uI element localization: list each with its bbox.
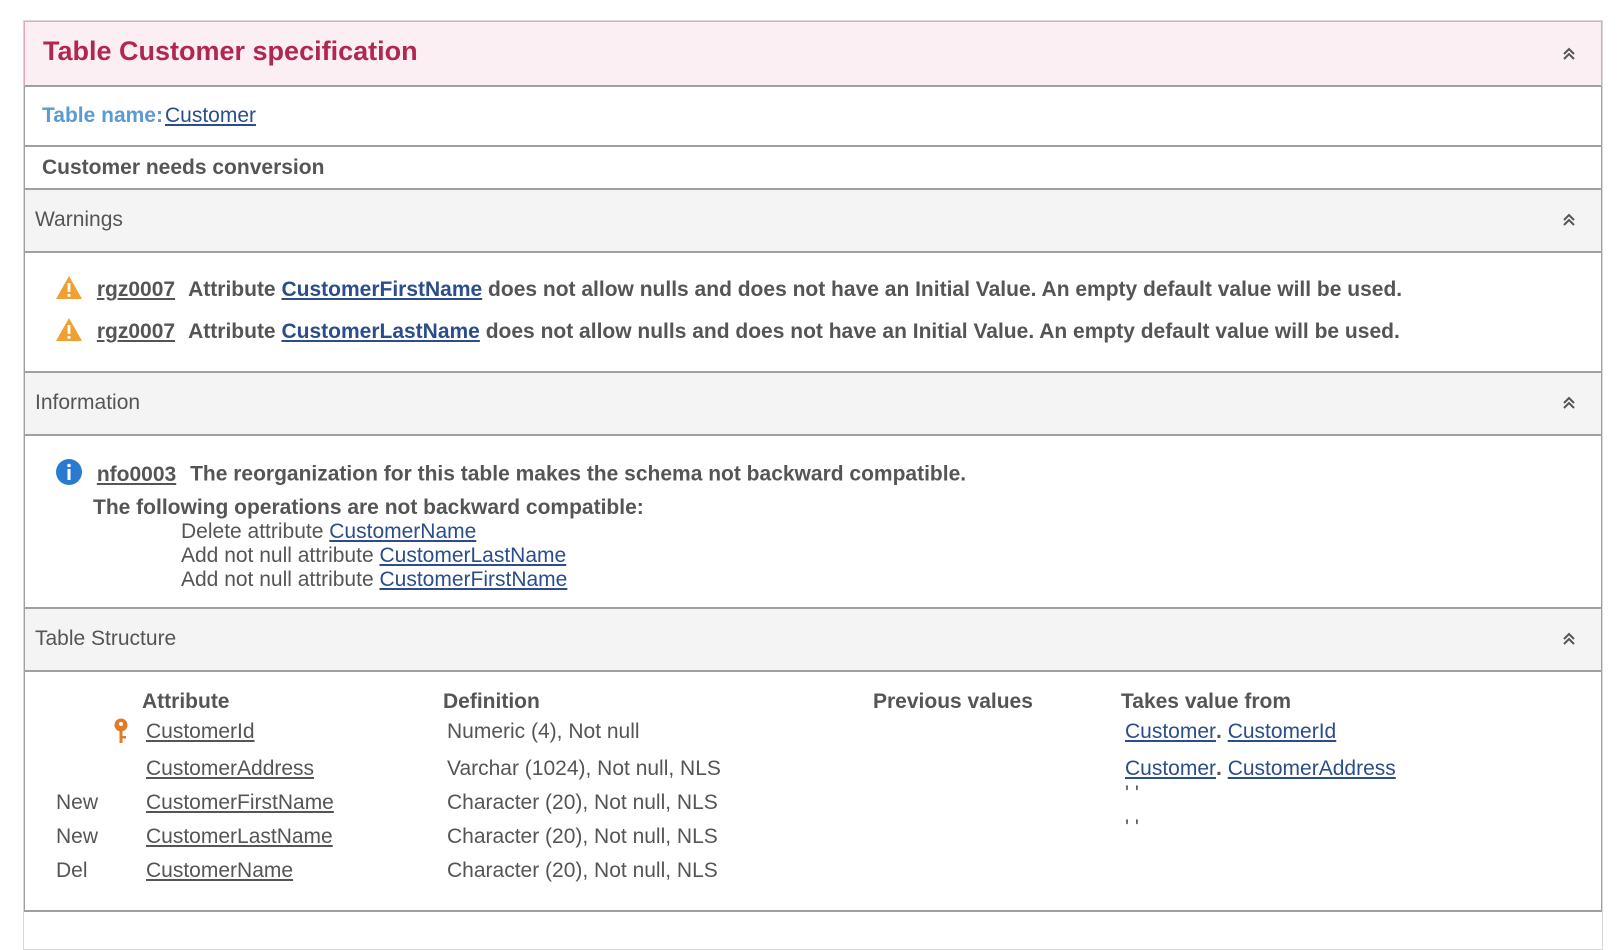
- attribute-link[interactable]: CustomerFirstName: [146, 791, 334, 815]
- warnings-title: Warnings: [35, 208, 123, 231]
- table-name-label: Table name:: [42, 104, 163, 127]
- information-body: nfo0003 The reorganization for this tabl…: [24, 436, 1602, 609]
- op-attribute-link[interactable]: CustomerName: [329, 520, 476, 543]
- conversion-text: Customer needs conversion: [42, 156, 325, 179]
- spec-header: Table Customer specification: [24, 21, 1602, 87]
- warning-pre: Attribute: [188, 320, 276, 344]
- warning-item: rgz0007 Attribute CustomerLastName does …: [55, 317, 1400, 348]
- takes-attribute-link[interactable]: CustomerId: [1228, 720, 1337, 743]
- information-op: Add not null attribute CustomerLastName: [181, 544, 566, 568]
- col-header-attribute: Attribute: [142, 690, 230, 713]
- info-icon: [55, 458, 83, 492]
- warnings-body: rgz0007 Attribute CustomerFirstName does…: [24, 253, 1602, 373]
- warning-icon: [55, 317, 83, 348]
- information-item: nfo0003 The reorganization for this tabl…: [55, 458, 966, 492]
- information-header[interactable]: Information: [24, 373, 1602, 436]
- takes-text: ' ': [1125, 782, 1139, 805]
- status-cell: New: [56, 825, 99, 848]
- op-attribute-link[interactable]: CustomerFirstName: [379, 568, 567, 591]
- information-message: The reorganization for this table makes …: [190, 462, 967, 486]
- collapse-spec-icon[interactable]: [1561, 46, 1577, 62]
- op-attribute-link[interactable]: CustomerLastName: [379, 544, 566, 567]
- table-name-link[interactable]: Customer: [165, 104, 256, 128]
- status-cell: Del: [56, 859, 88, 882]
- spec-card: Table Customer specification Table name:…: [23, 20, 1603, 950]
- information-op: Delete attribute CustomerName: [181, 520, 476, 544]
- takes-cell: Customer. CustomerId: [1125, 720, 1337, 743]
- table-name-row: Table name: Customer: [24, 87, 1602, 147]
- definition-cell: Varchar (1024), Not null, NLS: [447, 757, 721, 780]
- information-op: Add not null attribute CustomerFirstName: [181, 568, 567, 592]
- col-header-definition: Definition: [443, 690, 540, 713]
- warning-icon: [55, 275, 83, 306]
- takes-table-link[interactable]: Customer: [1125, 720, 1216, 743]
- definition-cell: Character (20), Not null, NLS: [447, 825, 718, 848]
- status-cell: New: [56, 791, 99, 814]
- op-text: Add not null attribute: [181, 568, 380, 591]
- structure-table: Attribute Definition Previous values Tak…: [24, 672, 1602, 912]
- op-text: Delete attribute: [181, 520, 330, 543]
- takes-table-link[interactable]: Customer: [1125, 757, 1216, 780]
- structure-title: Table Structure: [35, 627, 177, 650]
- warning-item: rgz0007 Attribute CustomerFirstName does…: [55, 275, 1402, 306]
- warning-post: does not allow nulls and does not have a…: [488, 278, 1403, 302]
- page-title: Table Customer specification: [43, 36, 418, 66]
- takes-attribute-link[interactable]: CustomerAddress: [1228, 757, 1396, 780]
- definition-cell: Character (20), Not null, NLS: [447, 859, 718, 882]
- warnings-header[interactable]: Warnings: [24, 190, 1602, 253]
- information-ops-title: The following operations are not backwar…: [93, 496, 644, 519]
- collapse-structure-icon[interactable]: [1561, 631, 1577, 647]
- col-header-takes: Takes value from: [1121, 690, 1292, 713]
- information-code-link[interactable]: nfo0003: [97, 463, 176, 486]
- op-text: Add not null attribute: [181, 544, 380, 567]
- warning-pre: Attribute: [188, 278, 276, 302]
- warning-code-link[interactable]: rgz0007: [97, 278, 175, 301]
- warning-code-link[interactable]: rgz0007: [97, 320, 175, 343]
- definition-cell: Character (20), Not null, NLS: [447, 791, 718, 814]
- attribute-link[interactable]: CustomerLastName: [146, 825, 333, 849]
- definition-cell: Numeric (4), Not null: [447, 720, 640, 743]
- warning-post: does not allow nulls and does not have a…: [485, 320, 1400, 344]
- attribute-link[interactable]: CustomerId: [146, 720, 255, 744]
- takes-cell: Customer. CustomerAddress: [1125, 757, 1396, 780]
- conversion-row: Customer needs conversion: [24, 147, 1602, 190]
- structure-header[interactable]: Table Structure: [24, 609, 1602, 672]
- collapse-warnings-icon[interactable]: [1561, 212, 1577, 228]
- attribute-link[interactable]: CustomerAddress: [146, 757, 314, 781]
- information-title: Information: [35, 391, 141, 414]
- warning-attribute-link[interactable]: CustomerLastName: [281, 320, 479, 343]
- key-icon: [111, 717, 131, 753]
- collapse-information-icon[interactable]: [1561, 395, 1577, 411]
- takes-text: ' ': [1125, 816, 1139, 839]
- warning-attribute-link[interactable]: CustomerFirstName: [281, 278, 482, 301]
- col-header-previous: Previous values: [873, 690, 1033, 713]
- attribute-link[interactable]: CustomerName: [146, 859, 293, 883]
